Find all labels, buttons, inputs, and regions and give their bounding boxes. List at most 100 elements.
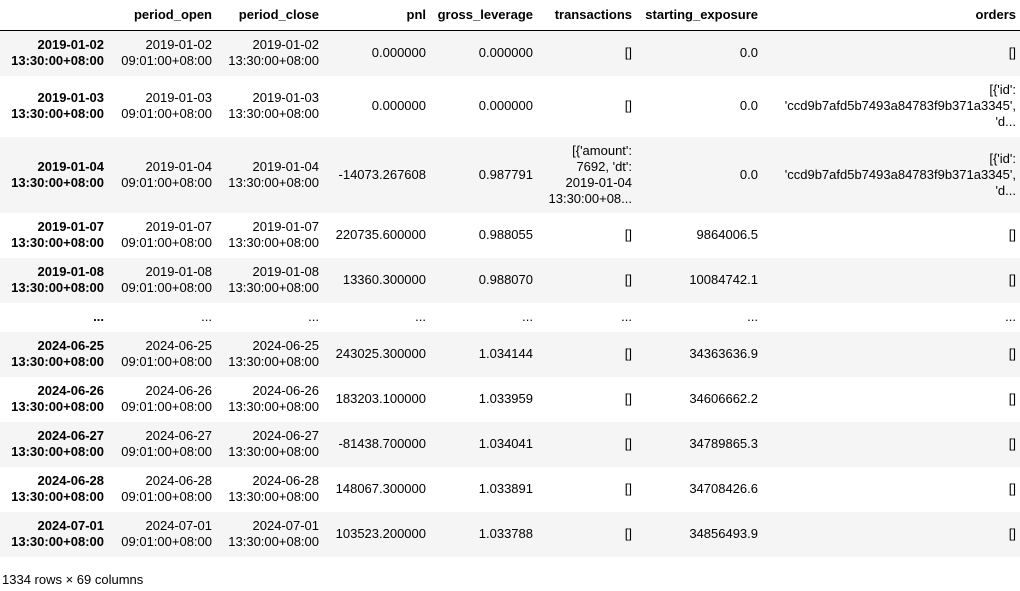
cell-gross-leverage: 1.033959 xyxy=(478,391,533,406)
cell-line: 13:30:00+08:00 xyxy=(11,106,104,121)
cell-line: ... xyxy=(308,309,319,324)
column-header-starting-exposure: starting_exposure xyxy=(636,0,762,31)
cell-orders: [] xyxy=(762,31,1020,76)
table-row: 2019-01-03 13:30:00+08:00 2019-01-03 09:01:… xyxy=(0,75,1020,137)
cell-period-open: 2019-01-03 09:01:00+08:00 xyxy=(108,76,216,137)
cell-gross-leverage: 1.033788 xyxy=(478,526,533,541)
cell-line: [] xyxy=(624,436,632,451)
dataframe-table: period_open period_close pnl gross_leverage… xyxy=(0,0,1020,557)
cell-period-open: 2019-01-04 09:01:00+08:00 xyxy=(108,137,216,213)
cell-orders: ... xyxy=(762,303,1020,332)
cell-line: 2019-01-03 xyxy=(145,90,213,105)
cell-starting-exposure: 9864006.5 xyxy=(696,227,758,242)
cell-line: [] xyxy=(624,45,632,61)
cell-gross-leverage: 0.000000 xyxy=(478,45,533,61)
cell-line: 2024-06-25 xyxy=(145,338,213,353)
cell-transactions: [] xyxy=(537,332,636,377)
cell-period-open: 2019-01-07 09:01:00+08:00 xyxy=(108,213,216,258)
cell-line: 13:30:00+08:00 xyxy=(11,354,104,369)
cell-line: 13:30:00+08:00 xyxy=(228,106,319,121)
cell-line: [] xyxy=(624,346,632,361)
header-row: period_open period_close pnl gross_leverage… xyxy=(0,0,1020,31)
cell-line: 13:30:00+08:00 xyxy=(11,399,104,414)
cell-period-close: 2024-06-26 13:30:00+08:00 xyxy=(216,377,323,422)
cell-line: 13:30:00+08:00 xyxy=(228,534,319,549)
cell-transactions: [] xyxy=(537,467,636,512)
dataframe-shape: 1334 rows × 69 columns xyxy=(2,572,144,587)
cell-period-close: 2019-01-03 13:30:00+08:00 xyxy=(216,76,323,137)
cell-index: 2019-01-03 13:30:00+08:00 xyxy=(0,76,108,137)
cell-gross-leverage: 1.034041 xyxy=(478,436,533,451)
cell-pnl: 183203.100000 xyxy=(335,391,426,406)
cell-period-open: 2024-06-28 09:01:00+08:00 xyxy=(108,467,216,512)
cell-line: 09:01:00+08:00 xyxy=(121,53,212,69)
cell-line: 13:30:00+08:00 xyxy=(11,235,104,250)
cell-line: 13:30:00+08:00 xyxy=(11,534,104,549)
cell-line: ... xyxy=(1005,309,1016,324)
cell-pnl: 0.000000 xyxy=(371,45,426,61)
cell-index: 2019-01-07 13:30:00+08:00 xyxy=(0,213,108,258)
cell-period-close: 2019-01-02 13:30:00+08:00 xyxy=(216,31,323,76)
cell-line: 2019-01-03 xyxy=(252,90,320,105)
cell-line: [] xyxy=(1008,526,1016,541)
cell-line: 09:01:00+08:00 xyxy=(121,106,212,121)
cell-period-close: 2024-06-28 13:30:00+08:00 xyxy=(216,467,323,512)
cell-index: 2024-06-26 13:30:00+08:00 xyxy=(0,377,108,422)
cell-line: 'ccd9b7afd5b7493a84783f9b371a3345', xyxy=(784,98,1016,113)
cell-index: 2024-06-25 13:30:00+08:00 xyxy=(0,332,108,377)
column-header-period-open: period_open xyxy=(108,0,216,31)
cell-period-open: ... xyxy=(108,303,216,332)
cell-line: 09:01:00+08:00 xyxy=(121,489,212,504)
cell-line: 2019-01-04 xyxy=(37,158,105,174)
cell-line: 13:30:00+08:00 xyxy=(228,280,319,295)
cell-line: [] xyxy=(1008,272,1016,287)
table-row: 2024-06-27 13:30:00+08:00 2024-06-27 09:01:… xyxy=(0,421,1020,467)
cell-line: 13:30:00+08... xyxy=(548,190,633,206)
cell-index: 2024-06-28 13:30:00+08:00 xyxy=(0,467,108,512)
cell-line: [{'amount': xyxy=(572,142,632,158)
cell-period-open: 2024-06-27 09:01:00+08:00 xyxy=(108,422,216,467)
cell-pnl: 103523.200000 xyxy=(335,526,426,541)
cell-gross-leverage: 0.988055 xyxy=(478,227,533,242)
cell-line: 09:01:00+08:00 xyxy=(121,235,212,250)
cell-gross-leverage: 0.988070 xyxy=(478,272,533,287)
cell-line: [] xyxy=(1008,391,1016,406)
cell-transactions: [] xyxy=(537,258,636,303)
cell-line: 'd... xyxy=(995,182,1016,198)
cell-line: 09:01:00+08:00 xyxy=(121,354,212,369)
cell-line: 09:01:00+08:00 xyxy=(121,399,212,414)
cell-line: 2024-06-26 xyxy=(145,383,213,398)
cell-index: 2019-01-04 13:30:00+08:00 xyxy=(0,137,108,213)
cell-line: 09:01:00+08:00 xyxy=(121,174,212,190)
column-header-orders: orders xyxy=(762,0,1020,31)
cell-orders: [] xyxy=(762,258,1020,303)
cell-line: 13:30:00+08:00 xyxy=(228,53,319,69)
cell-line: 13:30:00+08:00 xyxy=(228,489,319,504)
column-header-period-close: period_close xyxy=(216,0,323,31)
cell-line: [] xyxy=(624,98,632,113)
cell-index: 2019-01-02 13:30:00+08:00 xyxy=(0,31,108,76)
table-row: 2019-01-07 13:30:00+08:00 2019-01-07 09:01:… xyxy=(0,212,1020,258)
cell-line: 2024-07-01 xyxy=(145,518,213,533)
cell-line: 2019-01-04 xyxy=(252,158,320,174)
cell-line: 2019-01-07 xyxy=(37,219,105,234)
cell-pnl: 220735.600000 xyxy=(335,227,426,242)
cell-period-close: 2019-01-04 13:30:00+08:00 xyxy=(216,137,323,213)
cell-line: 13:30:00+08:00 xyxy=(11,53,104,69)
cell-period-close: 2024-06-25 13:30:00+08:00 xyxy=(216,332,323,377)
cell-index: 2024-07-01 13:30:00+08:00 xyxy=(0,512,108,557)
cell-line: 13:30:00+08:00 xyxy=(11,280,104,295)
cell-line: [] xyxy=(1008,481,1016,496)
cell-transactions: [] xyxy=(537,422,636,467)
cell-pnl: 0.000000 xyxy=(371,98,426,113)
cell-transactions: [] xyxy=(537,31,636,76)
cell-index: 2019-01-08 13:30:00+08:00 xyxy=(0,258,108,303)
cell-line: 13:30:00+08:00 xyxy=(11,174,104,190)
cell-period-close: 2019-01-08 13:30:00+08:00 xyxy=(216,258,323,303)
cell-line: [] xyxy=(1008,45,1016,61)
cell-line: [] xyxy=(624,481,632,496)
cell-line: [] xyxy=(624,391,632,406)
cell-line: 2024-06-26 xyxy=(252,383,320,398)
cell-starting-exposure: 10084742.1 xyxy=(689,272,758,287)
cell-gross-leverage: 0.987791 xyxy=(478,166,533,182)
